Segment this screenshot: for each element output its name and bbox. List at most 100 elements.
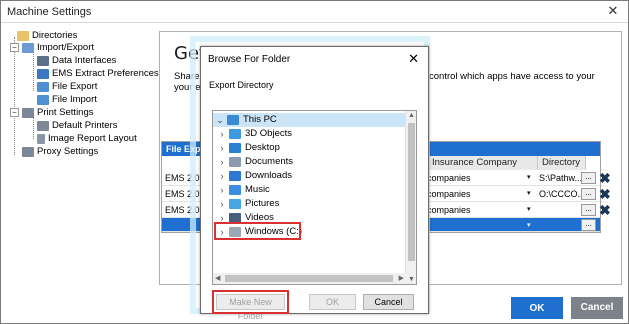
proxy-icon (22, 146, 34, 157)
chevron-down-icon[interactable]: ▾ (527, 186, 531, 202)
folder-label: Downloads (245, 170, 292, 181)
folder-item-music[interactable]: › Music (213, 183, 270, 197)
folder-tree: ⌄ This PC › 3D Objects › Desktop › Docum… (212, 110, 417, 285)
delete-icon[interactable]: ✖ (599, 203, 611, 217)
collapse-icon[interactable]: − (10, 43, 19, 52)
chevron-right-icon[interactable]: › (217, 127, 227, 141)
dialog-subtitle: Export Directory (209, 80, 274, 90)
tree-item-data-interfaces[interactable]: Data Interfaces (37, 54, 116, 67)
dialog-cancel-button[interactable]: Cancel (363, 294, 414, 310)
close-icon[interactable]: ✕ (606, 4, 620, 18)
folder-tree-icon (17, 30, 29, 41)
column-header-directory[interactable]: Directory (538, 156, 586, 170)
chevron-right-icon[interactable]: › (217, 197, 227, 211)
highlight-box (212, 290, 289, 314)
scroll-up-icon[interactable]: ▲ (408, 112, 415, 119)
tree-item-label: Image Report Layout (48, 133, 137, 144)
scroll-left-icon[interactable]: ◀ (215, 274, 220, 282)
dialog-close-icon[interactable]: ✕ (408, 51, 419, 67)
chevron-down-icon[interactable]: ▾ (527, 202, 531, 218)
settings-tree: Directories − Import/Export Data Interfa… (7, 29, 159, 279)
row-directory (536, 202, 584, 218)
tree-item-label: File Export (52, 81, 98, 92)
browse-button[interactable]: ... (581, 204, 596, 216)
tree-item-file-import[interactable]: File Import (37, 93, 97, 106)
downloads-icon (229, 171, 241, 181)
printer-icon (22, 107, 34, 118)
folder-label: Music (245, 184, 270, 195)
scroll-down-icon[interactable]: ▼ (408, 276, 415, 283)
collapse-icon[interactable]: − (10, 108, 19, 117)
vertical-scrollbar[interactable]: ▲ ▼ (405, 111, 416, 284)
row-directory: O:\CCCO... (539, 189, 584, 199)
file-import-icon (37, 94, 49, 105)
data-interfaces-icon (37, 55, 49, 66)
scroll-thumb[interactable] (225, 275, 393, 282)
browse-button[interactable]: ... (581, 172, 596, 184)
folder-item-documents[interactable]: › Documents (213, 155, 293, 169)
tree-item-image-report-layout[interactable]: Image Report Layout (37, 132, 137, 145)
documents-icon (229, 157, 241, 167)
folder-item-downloads[interactable]: › Downloads (213, 169, 292, 183)
pictures-icon (229, 199, 241, 209)
description-right: control which apps have access to your (429, 71, 595, 82)
tree-item-label: EMS Extract Preferences (52, 68, 159, 79)
tree-connector (14, 37, 15, 155)
folder-item-3d-objects[interactable]: › 3D Objects (213, 127, 292, 141)
browse-button[interactable]: ... (581, 219, 596, 231)
chevron-right-icon[interactable]: › (217, 141, 227, 155)
music-icon (229, 185, 241, 195)
tree-item-label: Import/Export (37, 42, 95, 53)
tree-connector (33, 51, 34, 91)
tree-item-label: Default Printers (52, 120, 118, 131)
ok-button[interactable]: OK (511, 297, 563, 319)
tree-item-import-export[interactable]: Import/Export (22, 41, 94, 54)
folder-label: Desktop (245, 142, 280, 153)
cancel-button[interactable]: Cancel (571, 297, 623, 319)
browse-folder-dialog: Browse For Folder ✕ Export Directory ⌄ T… (200, 46, 429, 321)
scroll-right-icon[interactable]: ▶ (399, 274, 404, 282)
tree-item-proxy-settings[interactable]: Proxy Settings (22, 145, 98, 158)
tree-item-ems-extract-preferences[interactable]: EMS Extract Preferences (37, 67, 159, 80)
folder-label: Pictures (245, 198, 280, 209)
column-header-insurance[interactable]: Insurance Company (428, 156, 538, 170)
tree-connector (33, 117, 34, 139)
scroll-thumb[interactable] (408, 123, 415, 261)
chevron-down-icon[interactable]: ▾ (527, 218, 531, 234)
chevron-down-icon[interactable]: ⌄ (215, 113, 225, 127)
window-title: Machine Settings (7, 6, 92, 18)
horizontal-scrollbar[interactable]: ◀ ▶ (213, 273, 406, 284)
tree-item-label: Data Interfaces (52, 55, 117, 66)
row-directory: S:\Pathw... (539, 173, 583, 183)
this-pc-icon (227, 115, 239, 125)
chevron-down-icon[interactable]: ▾ (527, 170, 531, 186)
row-company[interactable]: companies (424, 170, 524, 186)
tree-item-print-settings[interactable]: Print Settings (22, 106, 94, 119)
tree-item-label: Proxy Settings (37, 146, 99, 157)
row-company[interactable]: companies (424, 186, 524, 202)
folder-label: Documents (245, 156, 294, 167)
highlight-box (214, 222, 301, 240)
delete-icon[interactable]: ✖ (599, 171, 611, 185)
dialog-ok-button[interactable]: OK (309, 294, 356, 310)
desktop-icon (229, 143, 241, 153)
chevron-right-icon[interactable]: › (217, 169, 227, 183)
tree-item-label: Print Settings (37, 107, 94, 118)
row-company[interactable]: companies (424, 202, 524, 218)
printer-icon (37, 120, 49, 131)
chevron-right-icon[interactable]: › (217, 155, 227, 169)
chevron-right-icon[interactable]: › (217, 183, 227, 197)
delete-icon[interactable]: ✖ (599, 187, 611, 201)
folder-item-desktop[interactable]: › Desktop (213, 141, 280, 155)
folder-item-this-pc[interactable]: ⌄ This PC (213, 113, 405, 127)
file-export-icon (37, 81, 49, 92)
tree-item-default-printers[interactable]: Default Printers (37, 119, 117, 132)
tree-item-file-export[interactable]: File Export (37, 80, 97, 93)
report-layout-icon (37, 133, 45, 144)
title-bar: Machine Settings ✕ (1, 1, 628, 23)
ems-extract-icon (37, 68, 49, 79)
dialog-title: Browse For Folder (208, 54, 291, 65)
tree-item-label: File Import (52, 94, 97, 105)
folder-item-pictures[interactable]: › Pictures (213, 197, 279, 211)
browse-button[interactable]: ... (581, 188, 596, 200)
